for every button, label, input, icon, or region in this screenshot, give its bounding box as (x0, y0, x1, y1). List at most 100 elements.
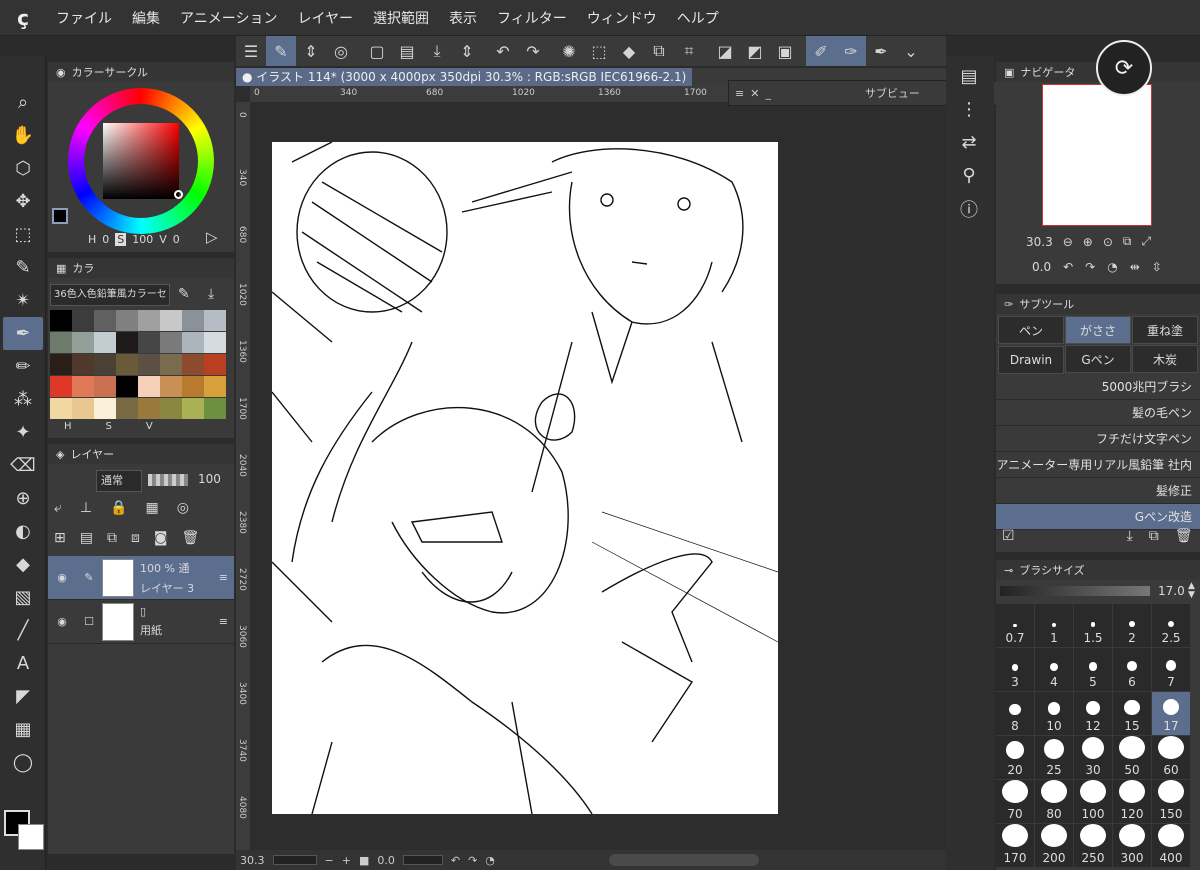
fill-icon[interactable]: ◆ (614, 36, 644, 66)
color-swatch[interactable] (50, 376, 72, 397)
zoom-value[interactable]: 30.3 (240, 854, 265, 867)
opacity-slider[interactable] (148, 474, 188, 486)
balloon-icon[interactable]: ◯ (3, 746, 43, 779)
brush-size-option[interactable]: 2.5 (1152, 604, 1190, 647)
horizontal-scrollbar[interactable] (608, 854, 759, 866)
subtool-group-button[interactable]: Drawin (998, 345, 1064, 374)
app-icon[interactable]: ◎ (326, 36, 356, 66)
decoration-icon[interactable]: ✦ (3, 416, 43, 449)
brush-size-option[interactable]: 3 (996, 648, 1034, 691)
color-swatch[interactable] (160, 398, 182, 419)
brush-size-option[interactable]: 25 (1035, 736, 1073, 779)
brush-size-option[interactable]: 100 (1074, 780, 1112, 823)
fit-icon[interactable]: ■ (359, 854, 369, 867)
color-swatch[interactable] (182, 332, 204, 353)
brush-size-slider[interactable] (1000, 586, 1150, 596)
new-file-icon[interactable]: ▢ (362, 36, 392, 66)
fit-window-icon[interactable]: ⤢ (1141, 234, 1151, 249)
flip-vertical-icon[interactable]: ⇳ (1152, 260, 1162, 274)
color-swatch[interactable] (72, 376, 94, 397)
current-color-swatch[interactable] (52, 208, 68, 224)
close-icon[interactable]: ✕ (750, 87, 759, 100)
color-swatch[interactable] (50, 310, 72, 331)
color-swatch[interactable] (160, 332, 182, 353)
color-swatch[interactable] (116, 310, 138, 331)
brush-size-option[interactable]: 30 (1074, 736, 1112, 779)
menu-item[interactable]: レイヤー (287, 8, 363, 28)
color-swatch[interactable] (50, 354, 72, 375)
actual-size-icon[interactable]: ⧉ (1123, 234, 1132, 249)
info-icon[interactable]: ⓘ (949, 192, 989, 225)
animation-icon[interactable]: ▤ (949, 60, 989, 93)
brush-size-option[interactable]: 0.7 (996, 604, 1034, 647)
brush-size-option[interactable]: 4 (1035, 648, 1073, 691)
reset-rotation-icon[interactable]: ◔ (1107, 260, 1117, 274)
delete-icon[interactable]: 🗑 (1175, 528, 1193, 544)
color-swatch[interactable] (138, 354, 160, 375)
brush-size-option[interactable]: 250 (1074, 824, 1112, 867)
blend-icon[interactable]: ⊕ (3, 482, 43, 515)
brush-size-option[interactable]: 200 (1035, 824, 1073, 867)
selection-border-icon[interactable]: ▣ (770, 36, 800, 66)
blur-icon[interactable]: ◐ (3, 515, 43, 548)
color-set-select[interactable]: 36色入色鉛筆風カラーセ (50, 284, 170, 306)
brush-item[interactable]: 髪修正 (996, 478, 1200, 504)
search-icon[interactable]: ⚲ (949, 159, 989, 192)
hand-icon[interactable]: ✋ (3, 119, 43, 152)
mask-icon[interactable]: ◎ (177, 500, 189, 516)
navigator-preview[interactable] (1042, 84, 1152, 226)
color-picker-marker[interactable] (174, 190, 183, 199)
brush-size-option[interactable]: 6 (1113, 648, 1151, 691)
layer-property-icon[interactable]: ⋮ (949, 93, 989, 126)
drag-handle-icon[interactable]: ≡ (219, 571, 228, 584)
subtool-group-button[interactable]: がささ (1065, 316, 1131, 344)
play-circle-icon[interactable]: ▷ (206, 228, 218, 246)
color-swatch[interactable] (72, 332, 94, 353)
brush-size-option[interactable]: 1.5 (1074, 604, 1112, 647)
menu-icon[interactable]: ☰ (236, 36, 266, 66)
brush-size-option[interactable]: 150 (1152, 780, 1190, 823)
color-swatch[interactable] (182, 354, 204, 375)
brush-size-option[interactable]: 60 (1152, 736, 1190, 779)
rotate-right-icon[interactable]: ↷ (468, 854, 477, 867)
settings-icon[interactable]: ☑ (1002, 528, 1015, 544)
color-swatch[interactable] (182, 376, 204, 397)
brush-size-option[interactable]: 12 (1074, 692, 1112, 735)
color-swatch[interactable] (94, 376, 116, 397)
clip-icon[interactable]: ⤶ (54, 500, 62, 516)
brush-item[interactable]: 髪の毛ペン (996, 400, 1200, 426)
angle-slider[interactable] (402, 855, 443, 865)
subtool-group-button[interactable]: ペン (998, 316, 1064, 344)
layer-row[interactable]: ◉ ✎ 100 % 通 レイヤー 3 ≡ (48, 556, 234, 600)
download-icon[interactable]: ⤓ (1127, 528, 1133, 544)
undo-icon[interactable]: ↶ (488, 36, 518, 66)
brush-size-option[interactable]: 1 (1035, 604, 1073, 647)
reset-rotation-icon[interactable]: ◔ (485, 854, 495, 867)
invert-selection-icon[interactable]: ◩ (740, 36, 770, 66)
airbrush-icon[interactable]: ⁂ (3, 383, 43, 416)
brush-size-option[interactable]: 2 (1113, 604, 1151, 647)
rotate-screen-button[interactable]: ⟳ (1096, 40, 1152, 96)
edit-mode-icon[interactable]: ✎ (266, 36, 296, 66)
color-swatch[interactable] (160, 310, 182, 331)
toggle-arrows-icon[interactable]: ⇕ (296, 36, 326, 66)
subtool-group-button[interactable]: 重ね塗 (1132, 316, 1198, 344)
zoom-out-icon[interactable]: ⊖ (1063, 235, 1073, 249)
subtool-group-button[interactable]: Gペン (1065, 345, 1131, 373)
pencil-icon[interactable]: ✏ (3, 350, 43, 383)
rotate-right-icon[interactable]: ↷ (1085, 260, 1095, 274)
brush-size-option[interactable]: 50 (1113, 736, 1151, 779)
menu-item[interactable]: 選択範囲 (363, 8, 439, 28)
blend-mode-select[interactable]: 通常 (96, 470, 142, 492)
eye-icon[interactable]: ◉ (48, 571, 76, 584)
fill-bucket-icon[interactable]: ◆ (3, 548, 43, 581)
color-swatch[interactable] (138, 398, 160, 419)
color-swatch[interactable] (94, 354, 116, 375)
color-swatch[interactable] (204, 310, 226, 331)
zoom-icon[interactable]: ⌕ (3, 86, 43, 119)
subtool-group-button[interactable]: 木炭 (1132, 345, 1198, 373)
color-swatch[interactable] (94, 332, 116, 353)
brush-item[interactable]: フチだけ文字ペン (996, 426, 1200, 452)
color-swatch[interactable] (72, 310, 94, 331)
pen-mode-icon[interactable]: ✐ (806, 36, 836, 66)
